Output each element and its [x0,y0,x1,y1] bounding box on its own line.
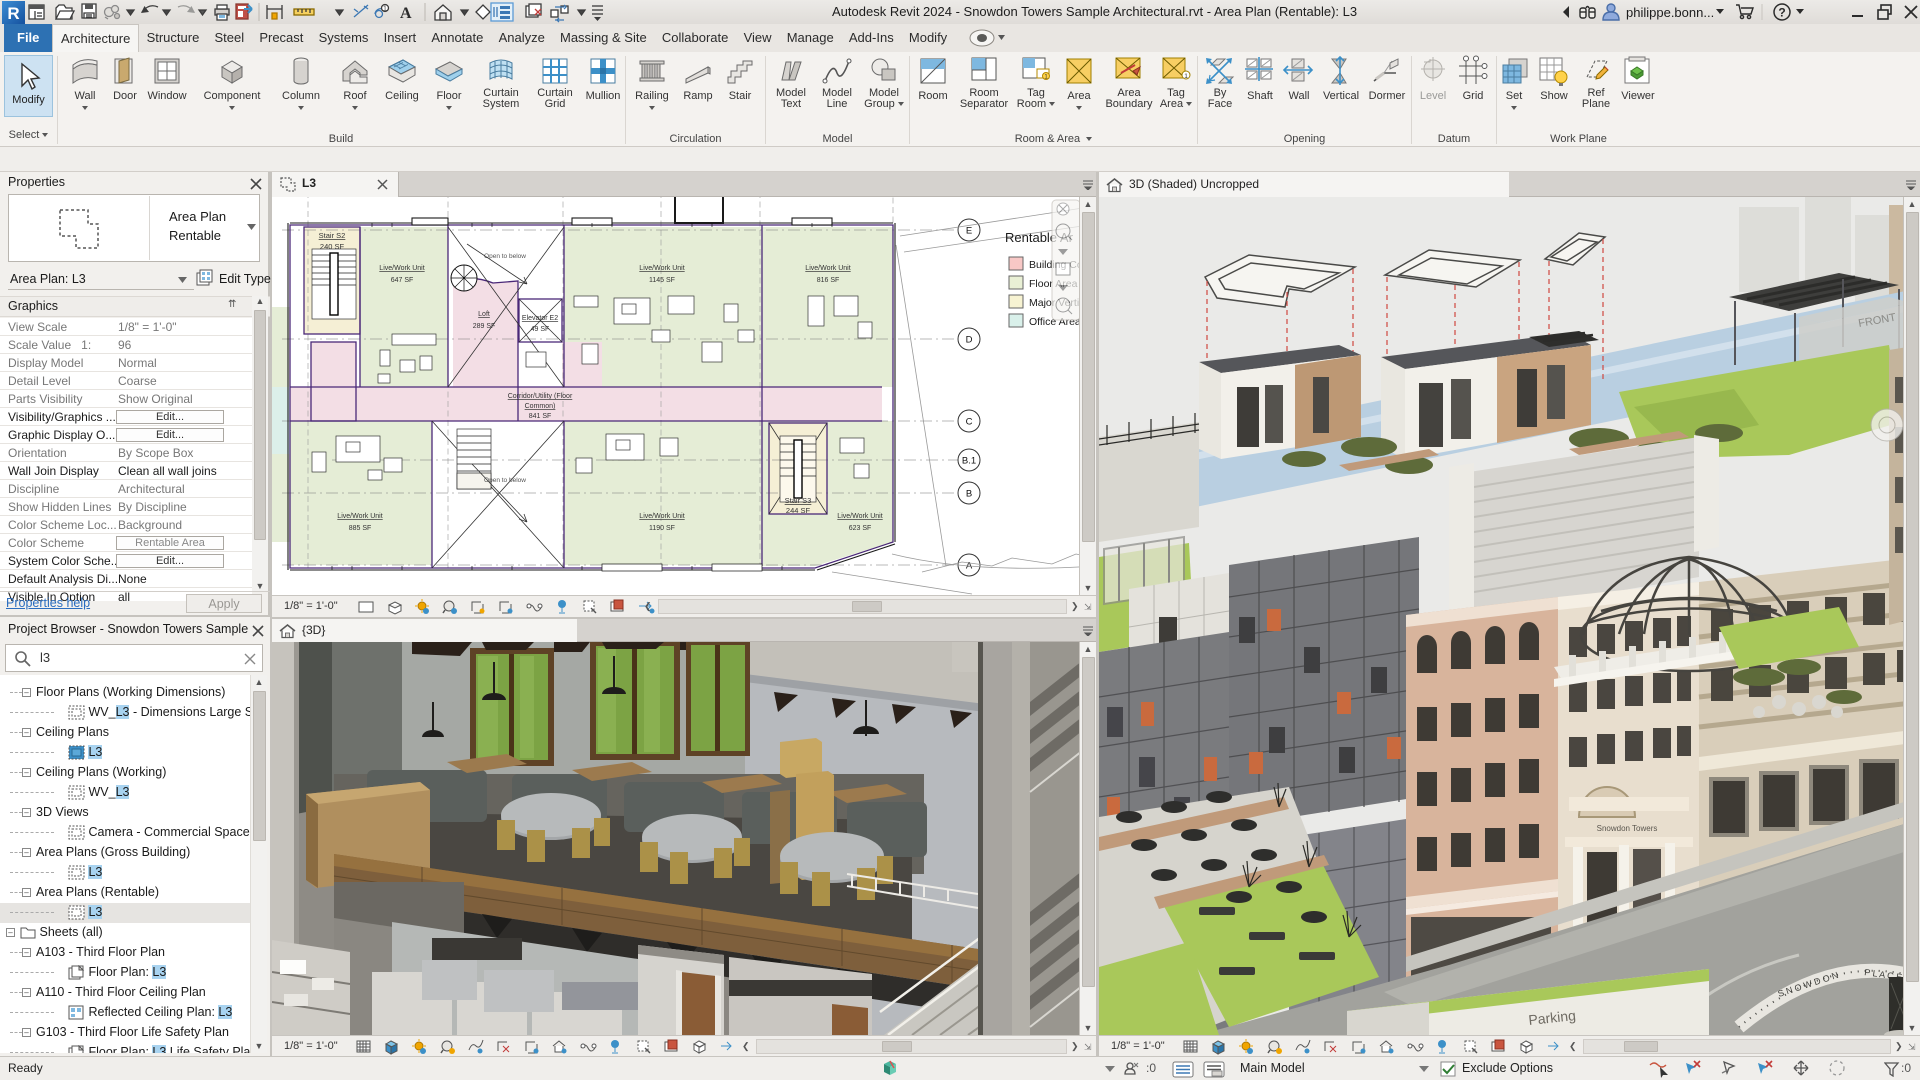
svg-text:philippe.bonn...: philippe.bonn... [1626,5,1714,20]
svg-text:Stair S3: Stair S3 [785,496,812,505]
svg-text:B.1: B.1 [962,456,976,467]
svg-text:B: B [966,489,972,500]
svg-text:Loft: Loft [478,311,490,318]
svg-text:1: 1 [1184,73,1188,80]
svg-text:?: ? [1778,6,1785,20]
svg-text:1190 SF: 1190 SF [649,525,675,532]
svg-text:A: A [400,5,412,22]
svg-text:D: D [966,335,973,346]
svg-text:Elevator E2: Elevator E2 [522,315,558,322]
svg-text:Live/Work Unit: Live/Work Unit [379,265,424,272]
svg-text:Corridor/Utility (Floor: Corridor/Utility (Floor [508,393,573,400]
svg-text:Live/Work Unit: Live/Work Unit [337,513,382,520]
svg-text:R: R [7,4,19,23]
svg-text:Live/Work Unit: Live/Work Unit [639,265,684,272]
svg-text:1145 SF: 1145 SF [649,277,675,284]
svg-text:1: 1 [383,6,387,13]
svg-text:Common): Common) [525,403,556,410]
svg-text:Snowdon Towers: Snowdon Towers [1597,824,1658,833]
svg-text:49 SF: 49 SF [531,326,550,333]
svg-text:647 SF: 647 SF [391,277,414,284]
svg-text:Stair S2: Stair S2 [319,231,346,240]
svg-text:E: E [966,226,972,237]
svg-text:289 SF: 289 SF [473,323,496,330]
svg-text:841 SF: 841 SF [529,413,552,420]
svg-text:240 SF: 240 SF [320,242,345,251]
svg-text:C: C [966,417,973,428]
svg-text:Open to below: Open to below [484,253,526,260]
svg-text:Live/Work Unit: Live/Work Unit [805,265,850,272]
svg-text:Live/Work Unit: Live/Work Unit [837,513,882,520]
svg-text:623 SF: 623 SF [849,525,872,532]
svg-text:244 SF: 244 SF [786,506,811,515]
svg-text:885 SF: 885 SF [349,525,372,532]
svg-text:Live/Work Unit: Live/Work Unit [639,513,684,520]
svg-text:816 SF: 816 SF [817,277,840,284]
